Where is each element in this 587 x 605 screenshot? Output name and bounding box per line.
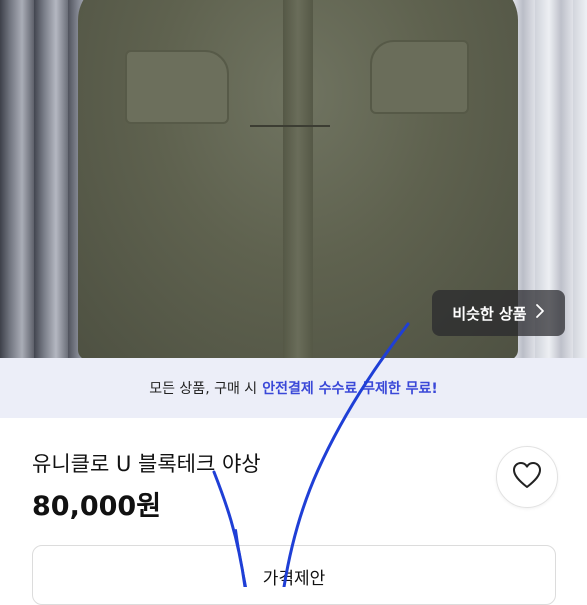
product-title: 유니클로 U 블록테크 야상 [32, 452, 261, 476]
background-curtain-left [0, 0, 90, 358]
price-offer-button[interactable]: 가격제안 [32, 545, 556, 605]
price-offer-label: 가격제안 [262, 569, 326, 589]
heart-outline-icon [512, 461, 542, 493]
jacket-pocket-left [125, 50, 229, 124]
like-button[interactable] [496, 446, 558, 508]
similar-products-label: 비슷한 상품 [452, 304, 527, 323]
product-photo[interactable]: 비슷한 상품 [0, 0, 587, 358]
jacket-zipper-placket [283, 0, 313, 358]
chevron-right-icon [535, 303, 545, 323]
product-price: 80,000원 [32, 491, 162, 522]
similar-products-button[interactable]: 비슷한 상품 [432, 290, 565, 336]
banner-text: 모든 상품, 구매 시 [149, 381, 258, 397]
safe-payment-banner[interactable]: 모든 상품, 구매 시 안전결제 수수료 무제한 무료! [0, 358, 587, 418]
banner-highlight: 안전결제 수수료 무제한 무료! [262, 381, 438, 397]
jacket-drawcord [250, 125, 330, 127]
jacket-pocket-right [370, 40, 469, 114]
